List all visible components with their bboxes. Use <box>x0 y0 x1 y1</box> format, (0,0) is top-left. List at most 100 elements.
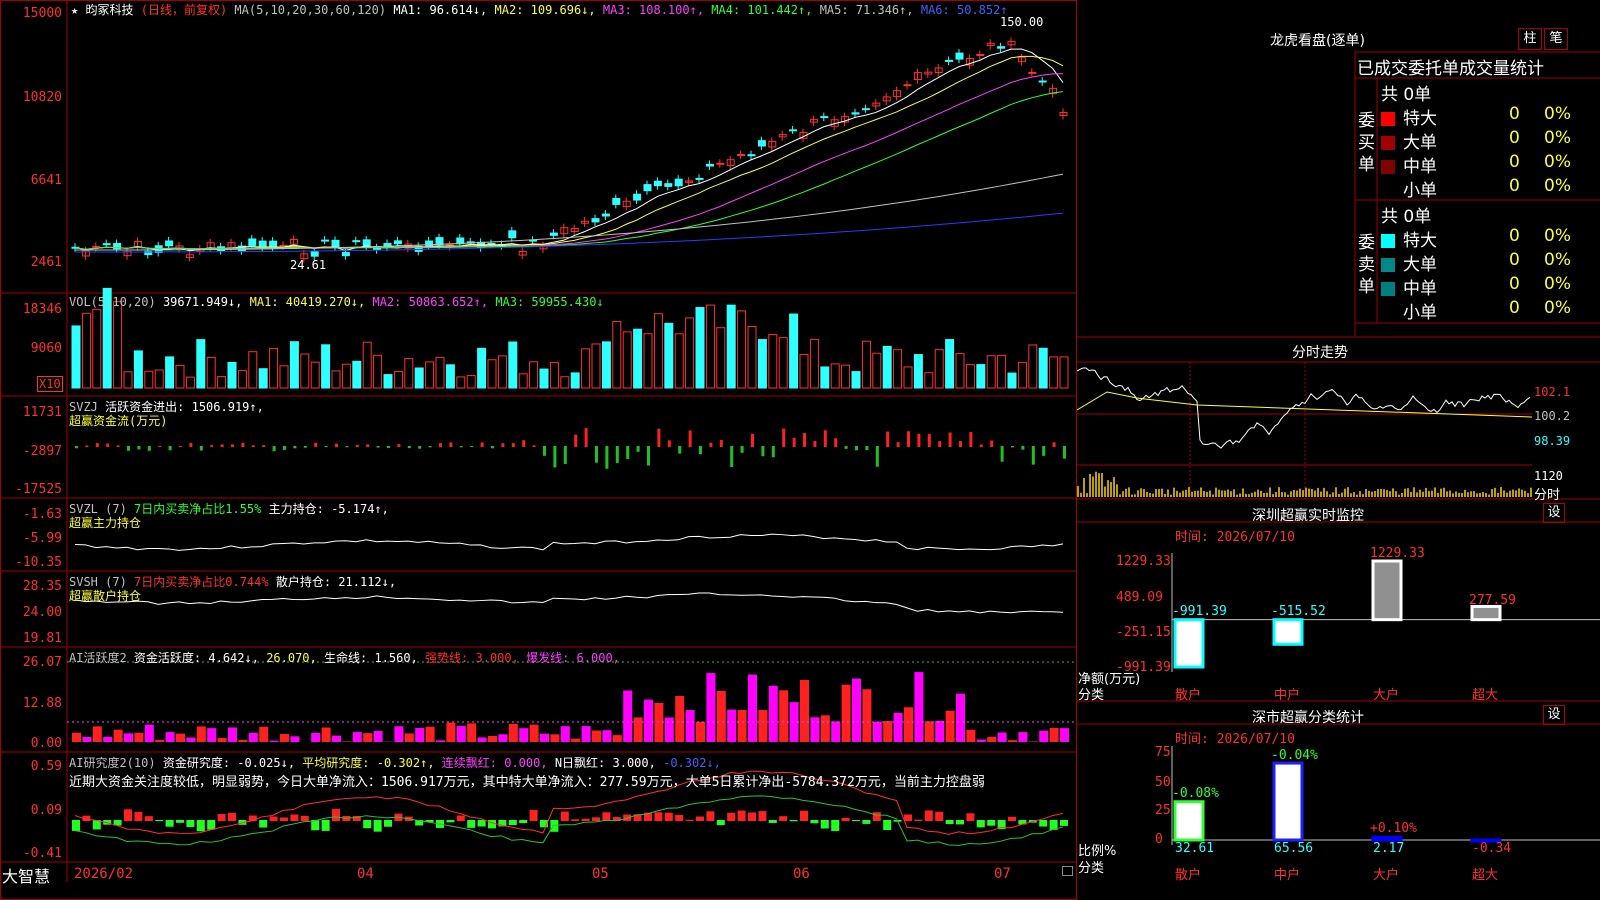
fs-volume-bar <box>1221 490 1223 497</box>
fs-volume-bar <box>1497 492 1499 497</box>
svzl-axis-0: -1.63 <box>22 507 62 522</box>
volume-bar <box>695 307 705 389</box>
lock-icon[interactable] <box>1062 866 1073 876</box>
stock-name[interactable]: 昀冢科技 <box>85 3 133 17</box>
fl-time: 时间: 2026/07/10 <box>1175 732 1295 747</box>
research-bar <box>696 816 704 821</box>
fund-bar <box>532 445 536 447</box>
fs-volume-bar <box>1530 487 1532 497</box>
activity-bar <box>997 732 1007 742</box>
fund-bar <box>511 443 515 447</box>
net-value-1: -515.52 <box>1271 604 1326 619</box>
activity-bar <box>914 672 924 742</box>
fs-volume-bar <box>1470 491 1472 497</box>
activity-bar <box>1039 730 1049 742</box>
activity-bar <box>956 693 965 742</box>
tick-button[interactable]: 笔 <box>1544 28 1568 50</box>
column-button[interactable]: 柱 <box>1518 28 1542 50</box>
vol-ma2: MA2: 50863.652↑, <box>372 295 489 309</box>
row-count: 0 <box>1509 298 1520 318</box>
activity-bar <box>144 724 154 742</box>
fs-volume-bar <box>1509 490 1511 497</box>
fs-volume-bar <box>1365 489 1367 497</box>
fs-volume-bar <box>1134 494 1136 497</box>
row-count: 0 <box>1509 250 1520 270</box>
svzl-axis-1: -5.99 <box>22 531 62 546</box>
activity-bar <box>373 731 383 742</box>
cls-label-1: 分类 <box>1078 688 1105 703</box>
net-category-3: 超大 <box>1472 688 1499 703</box>
volume-bar <box>341 363 351 389</box>
research-bar <box>820 820 829 829</box>
settings-button-1[interactable]: 设 <box>1543 503 1565 523</box>
fs-volume-bar <box>1173 487 1175 497</box>
fs-volume-bar <box>1305 487 1307 497</box>
lhb-title: 龙虎看盘(逐单) <box>1270 33 1365 49</box>
fund-bar <box>969 432 973 447</box>
fund-bar <box>106 443 110 447</box>
svzl-t1: 7日内买卖净占比1.55% <box>134 502 262 516</box>
research-bar <box>155 820 164 822</box>
volume-bar <box>1059 356 1069 389</box>
research-bar <box>176 820 184 823</box>
volume-bar <box>705 304 715 389</box>
volume-bar <box>508 341 518 389</box>
fs-volume-bar <box>1215 487 1217 497</box>
fs-volume-bar <box>1347 487 1349 497</box>
volume-bar <box>321 344 331 389</box>
fund-bar <box>127 446 130 451</box>
activity-bar <box>186 737 196 742</box>
net-axis-label-3: -991.39 <box>1116 660 1171 675</box>
fs-volume-bar <box>1278 487 1280 497</box>
activity-bar <box>529 724 539 742</box>
fs-axis-0: 102.1 <box>1534 385 1571 399</box>
research-bar <box>571 819 580 821</box>
activity-bar <box>519 728 529 742</box>
fs-volume-bar <box>1299 488 1301 497</box>
activity-bar <box>259 726 269 742</box>
research-bar <box>384 820 392 827</box>
activity-bar <box>696 721 705 742</box>
ma6-line <box>74 212 1064 253</box>
volume-bar <box>976 364 986 389</box>
fund-bar <box>262 445 266 447</box>
fund-bar <box>158 445 162 447</box>
sell-row-2: 中单 0 0% <box>1381 274 1596 299</box>
activity-bar <box>633 717 643 742</box>
fund-bar <box>782 428 786 447</box>
fs-volume-bar <box>1425 487 1427 497</box>
fs-volume-bar <box>1227 489 1229 497</box>
settings-button-2[interactable]: 设 <box>1543 705 1565 725</box>
activity-bar <box>196 726 206 742</box>
fs-volume-bar <box>1164 493 1166 497</box>
volume-bar <box>279 365 289 389</box>
svzl-t2: 主力持仓: -5.174↑, <box>268 502 389 516</box>
fund-bar <box>168 446 172 451</box>
ma5-line <box>74 173 1064 251</box>
research-bar <box>165 820 174 827</box>
volume-bar <box>352 360 362 389</box>
research-bar <box>602 812 611 821</box>
candle <box>508 230 517 239</box>
fs-volume-bar <box>1155 488 1157 497</box>
brand-logo[interactable]: 大智慧 <box>2 863 50 887</box>
activity-bar <box>217 737 227 742</box>
candle <box>633 193 642 201</box>
fund-bar <box>147 446 151 451</box>
fs-volume-bar <box>1113 477 1115 497</box>
fund-bar <box>543 446 546 456</box>
net-axis-label-0: 1229.33 <box>1116 554 1171 569</box>
period-label[interactable]: (日线，前复权) <box>141 3 227 17</box>
volume-bar <box>945 339 955 389</box>
net-axis-label-2: -251.15 <box>1116 625 1171 640</box>
fs-volume-bar <box>1521 489 1523 497</box>
fs-volume-bar <box>1131 494 1133 497</box>
volume-bar <box>300 353 310 389</box>
fund-bar <box>220 444 224 447</box>
activity-bar <box>269 740 279 742</box>
ai1-t3: 生命线: 1.560, <box>324 651 418 665</box>
ma-line <box>74 55 1064 250</box>
fs-volume-bar <box>1281 492 1283 497</box>
fund-bar <box>324 446 328 448</box>
fs-volume-bar <box>1107 480 1109 497</box>
